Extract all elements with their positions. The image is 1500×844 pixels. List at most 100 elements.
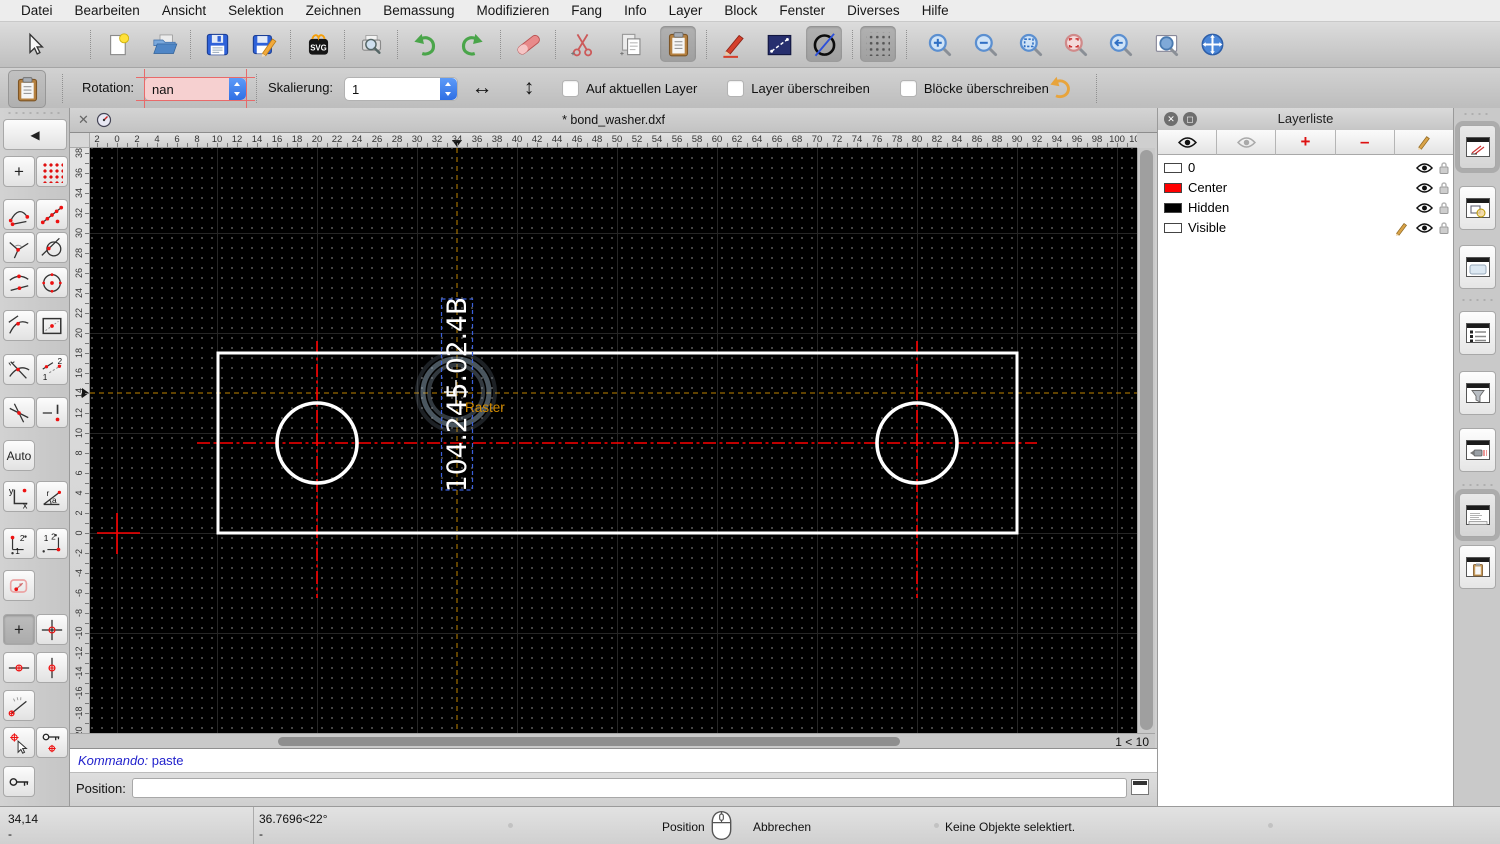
zoom-in-button[interactable] bbox=[921, 26, 957, 62]
snap-free-button[interactable]: + bbox=[3, 156, 35, 187]
block-list-dock-button[interactable] bbox=[1459, 186, 1496, 230]
new-file-button[interactable] bbox=[100, 26, 136, 62]
library-browser-dock-button[interactable] bbox=[1459, 311, 1496, 355]
clipboard-dock-button[interactable] bbox=[1459, 545, 1496, 589]
draw-tool-button[interactable] bbox=[715, 26, 751, 62]
save-as-button[interactable] bbox=[245, 26, 281, 62]
menu-item-block[interactable]: Block bbox=[713, 0, 768, 22]
part-number-text[interactable]: 104.245.02.4B bbox=[442, 297, 473, 492]
layer-row-visible[interactable]: Visible bbox=[1158, 218, 1453, 238]
coordinate-cartesian-button[interactable]: yx bbox=[3, 481, 35, 512]
zoom-auto-button[interactable] bbox=[1012, 26, 1048, 62]
checkbox-box[interactable] bbox=[562, 79, 579, 97]
pan-button[interactable] bbox=[1194, 26, 1230, 62]
layer-visibility-eye-icon[interactable] bbox=[1415, 201, 1434, 219]
command-line-dock-button[interactable] bbox=[1455, 489, 1500, 541]
layer-row-center[interactable]: Center bbox=[1158, 178, 1453, 198]
copy-button[interactable] bbox=[613, 26, 649, 62]
relative-polar-button[interactable]: 12 bbox=[36, 528, 68, 559]
zoom-out-button[interactable] bbox=[967, 26, 1003, 62]
menu-item-bemassung[interactable]: Bemassung bbox=[372, 0, 465, 22]
menu-item-hilfe[interactable]: Hilfe bbox=[911, 0, 960, 22]
snap-intersection-button[interactable] bbox=[3, 354, 35, 385]
rotation-combobox[interactable]: nan bbox=[136, 69, 255, 109]
checkbox-box[interactable] bbox=[899, 79, 917, 97]
menu-item-fang[interactable]: Fang bbox=[560, 0, 613, 22]
layer-visibility-eye-icon[interactable] bbox=[1415, 181, 1434, 199]
restrict-orthogonal-button[interactable] bbox=[36, 614, 68, 645]
svg-export-button[interactable]: SVG bbox=[300, 26, 336, 62]
snap-tangential-button[interactable] bbox=[36, 232, 68, 263]
stepper-icon[interactable] bbox=[229, 78, 246, 100]
cut-button[interactable] bbox=[564, 26, 600, 62]
grid-toggle-button[interactable] bbox=[860, 26, 896, 62]
snap-on-entity-button[interactable] bbox=[3, 310, 35, 341]
layer-row-0[interactable]: 0 bbox=[1158, 158, 1453, 178]
coordinate-polar-button[interactable]: ra bbox=[36, 481, 68, 512]
reset-button[interactable] bbox=[1042, 70, 1078, 106]
restrict-off-button[interactable]: + bbox=[3, 614, 35, 645]
snap-endpoints-button[interactable] bbox=[3, 199, 35, 230]
menu-item-zeichnen[interactable]: Zeichnen bbox=[295, 0, 373, 22]
checkbox-layer-berschreiben[interactable]: Layer überschreiben bbox=[727, 79, 870, 97]
checkbox-bl-cke-berschreiben[interactable]: Blöcke überschreiben bbox=[899, 79, 1049, 97]
property-editor-dock-button[interactable] bbox=[1459, 245, 1496, 289]
paste-mode-button[interactable] bbox=[8, 70, 46, 108]
remove-layer-button[interactable]: – bbox=[1335, 130, 1395, 155]
snap-middle-button[interactable] bbox=[3, 267, 35, 298]
menu-item-datei[interactable]: Datei bbox=[10, 0, 64, 22]
layer-lock-icon[interactable] bbox=[1438, 221, 1450, 240]
strip-drag-handle[interactable] bbox=[1462, 112, 1492, 116]
selection-filter-dock-button[interactable] bbox=[1459, 371, 1496, 415]
scale-combobox[interactable]: 1 bbox=[344, 77, 458, 101]
reference-points-mode-button[interactable] bbox=[3, 570, 35, 601]
layer-list-dock-button[interactable] bbox=[1455, 121, 1500, 173]
stepper-icon[interactable] bbox=[440, 78, 457, 100]
snap-entity-points-button[interactable] bbox=[36, 199, 68, 230]
show-all-layers-button[interactable] bbox=[1158, 130, 1218, 155]
snap-perpendicular-button[interactable] bbox=[3, 232, 35, 263]
snap-auto-mode-button[interactable]: Auto bbox=[3, 440, 35, 471]
print-preview-button[interactable] bbox=[353, 26, 389, 62]
menu-item-fenster[interactable]: Fenster bbox=[768, 0, 836, 22]
layer-row-hidden[interactable]: Hidden bbox=[1158, 198, 1453, 218]
menu-item-modifizieren[interactable]: Modifizieren bbox=[466, 0, 561, 22]
restrict-vertical-button[interactable] bbox=[36, 652, 68, 683]
horizontal-scrollbar-thumb[interactable] bbox=[278, 737, 900, 746]
undo-button[interactable] bbox=[406, 26, 442, 62]
horizontal-scrollbar[interactable]: 1 < 10 bbox=[70, 733, 1155, 749]
hide-all-layers-button[interactable] bbox=[1217, 130, 1277, 155]
add-layer-button[interactable]: + bbox=[1276, 130, 1336, 155]
paste-button[interactable] bbox=[660, 26, 696, 62]
ellipse-tool-button[interactable] bbox=[806, 26, 842, 62]
drawing-canvas[interactable]: 104.245.02.4B Raster bbox=[90, 148, 1137, 733]
restrict-horizontal-button[interactable] bbox=[3, 652, 35, 683]
vertical-scrollbar[interactable] bbox=[1137, 148, 1155, 733]
open-file-button[interactable] bbox=[146, 26, 182, 62]
menu-item-info[interactable]: Info bbox=[613, 0, 658, 22]
zoom-previous-button[interactable] bbox=[1102, 26, 1138, 62]
unlock-relative-zero-button[interactable] bbox=[3, 766, 35, 797]
position-input[interactable] bbox=[132, 778, 1127, 798]
snap-center-button[interactable] bbox=[36, 267, 68, 298]
snap-grid-button[interactable] bbox=[36, 156, 68, 187]
redo-button[interactable] bbox=[454, 26, 490, 62]
flip-vertical-button[interactable]: ↕ bbox=[511, 70, 547, 106]
snap-reference-button[interactable] bbox=[36, 310, 68, 341]
set-relative-zero-button[interactable] bbox=[3, 727, 35, 758]
save-button[interactable] bbox=[199, 26, 235, 62]
menu-item-selektion[interactable]: Selektion bbox=[217, 0, 295, 22]
command-window-toggle-icon[interactable] bbox=[1131, 779, 1149, 795]
snap-auto-button[interactable] bbox=[3, 397, 35, 428]
zoom-selection-button[interactable] bbox=[1057, 26, 1093, 62]
flip-horizontal-button[interactable]: ↔ bbox=[464, 70, 500, 106]
menu-item-layer[interactable]: Layer bbox=[658, 0, 714, 22]
line-tool-button[interactable] bbox=[761, 26, 797, 62]
lock-relative-zero-button[interactable] bbox=[36, 727, 68, 758]
layer-visibility-eye-icon[interactable] bbox=[1415, 221, 1434, 239]
relative-cartesian-button[interactable]: 12 bbox=[3, 528, 35, 559]
edit-layer-button[interactable] bbox=[1394, 130, 1454, 155]
checkbox-auf-aktuellen-layer[interactable]: Auf aktuellen Layer bbox=[562, 79, 697, 97]
layer-visibility-eye-icon[interactable] bbox=[1415, 161, 1434, 179]
zoom-window-button[interactable] bbox=[1148, 26, 1184, 62]
